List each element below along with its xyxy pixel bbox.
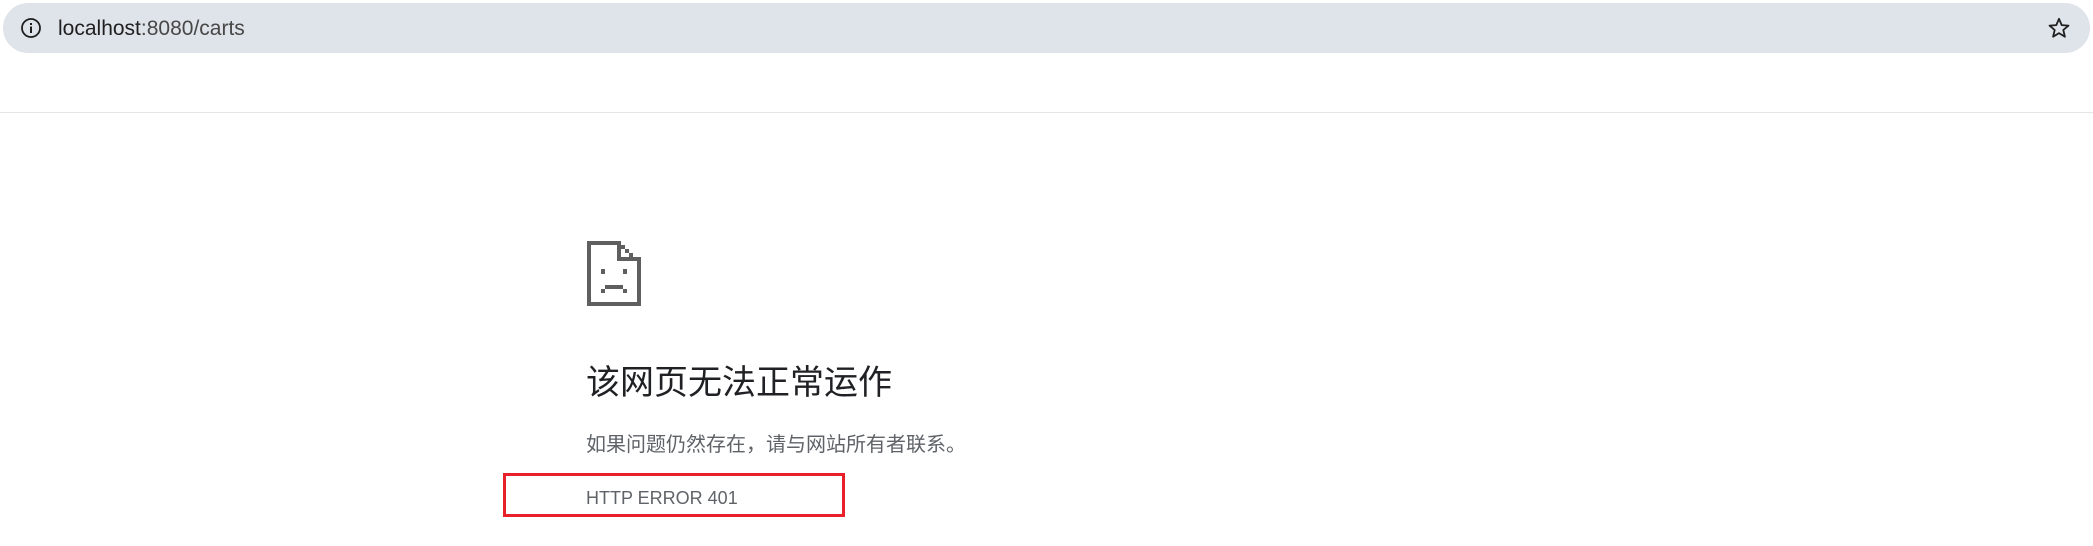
- url-host: localhost: [58, 17, 141, 40]
- url-text[interactable]: localhost:8080/carts: [58, 17, 245, 41]
- highlight-annotation-box: [503, 473, 845, 517]
- address-bar[interactable]: localhost:8080/carts: [3, 3, 2090, 53]
- toolbar-divider: [0, 112, 2093, 113]
- sad-page-icon: [587, 241, 641, 306]
- error-message: 如果问题仍然存在，请与网站所有者联系。: [586, 432, 966, 456]
- browser-window: localhost:8080/carts 该网页无法正常运作 如果问题仍然存在，…: [0, 0, 2093, 546]
- url-path: :8080/carts: [140, 17, 245, 40]
- error-heading: 该网页无法正常运作: [586, 363, 892, 403]
- star-icon[interactable]: [2047, 16, 2071, 40]
- info-icon[interactable]: [20, 17, 42, 39]
